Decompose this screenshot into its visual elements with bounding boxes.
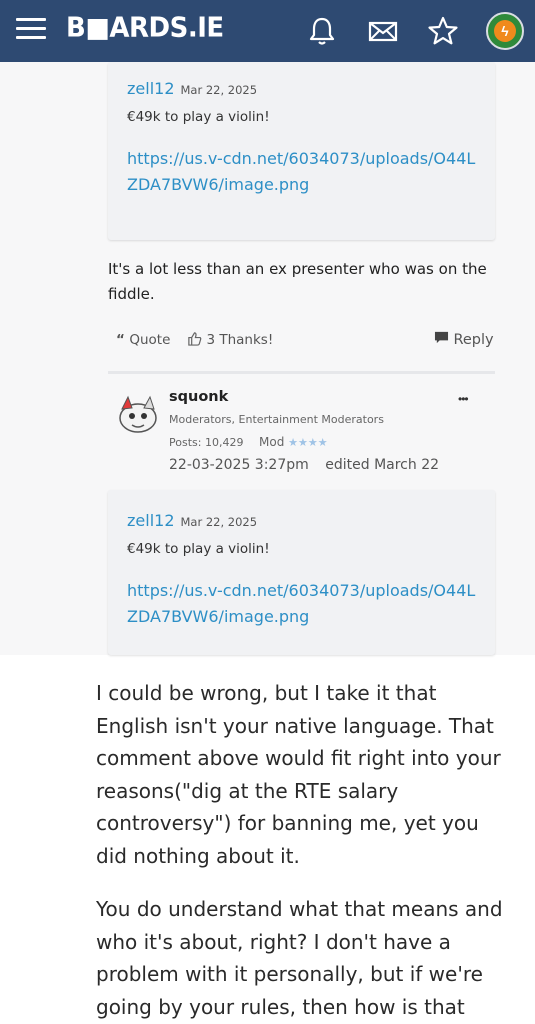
thanks-action[interactable]: 3 Thanks! [187, 331, 273, 349]
bell-icon[interactable] [305, 14, 339, 48]
top-navigation-bar: B■ARDS.IE ϟ [0, 0, 535, 62]
more-options-icon[interactable]: ••• [458, 392, 469, 406]
author-avatar[interactable] [114, 391, 162, 439]
quote-author[interactable]: zell12 [127, 511, 175, 530]
author-name[interactable]: squonk [169, 389, 228, 405]
speech-bubble-icon [434, 331, 453, 348]
site-logo[interactable]: B■ARDS.IE [66, 12, 224, 44]
envelope-icon[interactable] [366, 14, 400, 48]
quote-block: zell12 Mar 22, 2025 €49k to play a violin… [108, 490, 495, 655]
quote-icon: “ [116, 332, 125, 348]
post-body: It's a lot less than an ex presenter who… [108, 260, 487, 303]
quote-action[interactable]: “ Quote [116, 331, 170, 349]
thumbs-up-icon [187, 331, 206, 348]
quote-header: zell12 Mar 22, 2025 [127, 511, 257, 531]
reply-paragraph-1: I could be wrong, but I take it that Eng… [96, 681, 501, 868]
post-count: Posts: 10,429 [169, 436, 244, 449]
post-datetime[interactable]: 22-03-2025 3:27pm [169, 457, 309, 473]
quote-date: Mar 22, 2025 [180, 515, 258, 529]
quote-button[interactable]: Quote [129, 332, 170, 348]
rank-stars: ★★★★ [288, 436, 328, 449]
quote-block: zell12 Mar 22, 2025 €49k to play a violin… [108, 62, 495, 240]
rank-label: Mod [259, 435, 285, 449]
user-avatar[interactable]: ϟ [486, 12, 524, 50]
quote-text: €49k to play a violin! [127, 541, 270, 557]
star-icon[interactable] [426, 14, 460, 48]
post-meta: 22-03-2025 3:27pm edited March 22 [169, 457, 439, 473]
quote-link[interactable]: https://us.v-cdn.net/6034073/uploads/O44… [127, 578, 477, 630]
reply-action[interactable]: Reply [434, 331, 494, 349]
quote-text: €49k to play a violin! [127, 109, 270, 125]
rank-badge: Mod ★★★★ [259, 435, 328, 449]
post-divider [108, 371, 495, 374]
quote-link[interactable]: https://us.v-cdn.net/6034073/uploads/O44… [127, 146, 477, 198]
author-roles: Moderators, Entertainment Moderators [169, 413, 384, 426]
reply-button[interactable]: Reply [453, 332, 493, 348]
quote-author[interactable]: zell12 [127, 79, 175, 98]
hamburger-menu-icon[interactable] [16, 18, 46, 42]
avatar-glyph: ϟ [494, 20, 516, 42]
thanks-count[interactable]: 3 Thanks! [206, 332, 273, 348]
edited-note: edited March 22 [325, 457, 440, 473]
quote-date: Mar 22, 2025 [180, 83, 258, 97]
reply-paragraph-2: You do understand what that means and wh… [96, 897, 503, 1019]
quote-header: zell12 Mar 22, 2025 [127, 79, 257, 99]
